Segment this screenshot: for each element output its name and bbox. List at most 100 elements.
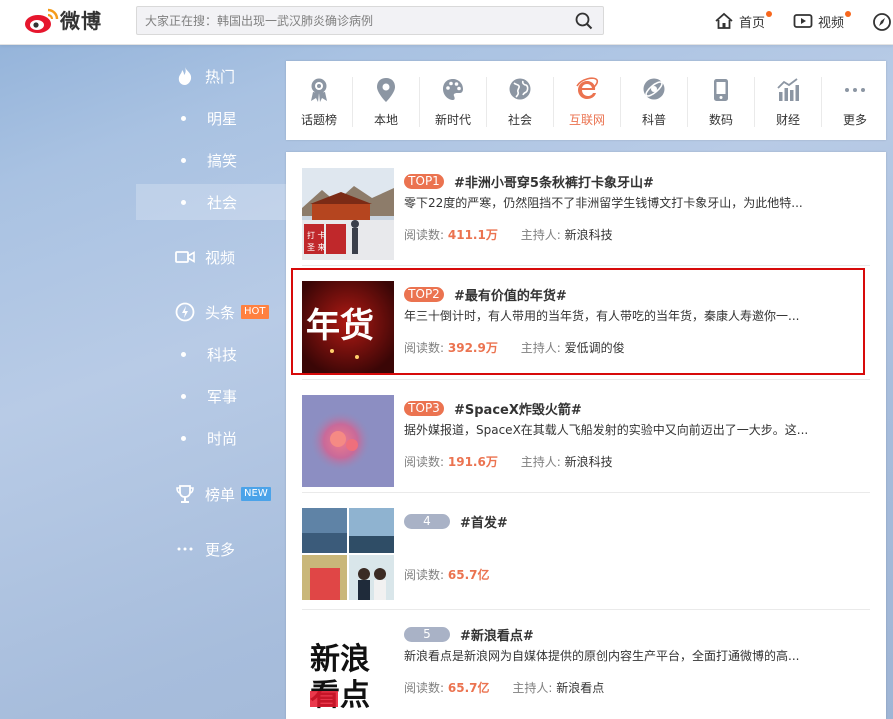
sidebar-item-label: 搞笑 bbox=[207, 151, 238, 170]
category-label: 新时代 bbox=[434, 113, 471, 127]
category-label: 本地 bbox=[373, 113, 398, 127]
rank-badge: TOP3 bbox=[404, 400, 444, 416]
bar-chart-icon bbox=[777, 78, 799, 101]
bullet-dot bbox=[181, 393, 186, 399]
trophy-icon bbox=[174, 483, 196, 505]
category-digital[interactable]: 数码 bbox=[688, 61, 754, 140]
sidebar-item-label: 头条 bbox=[205, 303, 236, 322]
topic-title[interactable]: #首发# bbox=[460, 512, 508, 531]
lightning-icon bbox=[174, 301, 196, 323]
weibo-eye-icon bbox=[25, 8, 59, 33]
nav-home-label: 首页 bbox=[739, 15, 766, 31]
topic-meta: 阅读数: 65.7亿 bbox=[404, 566, 489, 583]
category-society[interactable]: 社会 bbox=[487, 61, 553, 140]
bullet-dot bbox=[181, 157, 186, 163]
topic-title[interactable]: #SpaceX炸毁火箭# bbox=[454, 399, 582, 418]
search-icon[interactable] bbox=[575, 12, 593, 30]
sidebar-item-label: 科技 bbox=[207, 345, 238, 364]
topic-meta: 阅读数: 191.6万 主持人: 新浪科技 bbox=[404, 453, 613, 470]
topic-item[interactable]: TOP3 #SpaceX炸毁火箭# 据外媒报道，SpaceX在其载人飞船发射的实… bbox=[302, 379, 870, 487]
weibo-logo-text[interactable]: 微博 bbox=[60, 5, 102, 34]
rank-badge: 4 bbox=[404, 513, 450, 529]
read-count: 411.1万 bbox=[447, 228, 498, 242]
sidebar-item-label: 时尚 bbox=[207, 429, 238, 448]
hot-badge: HOT bbox=[241, 305, 269, 319]
topic-thumbnail[interactable] bbox=[302, 395, 394, 487]
category-local[interactable]: 本地 bbox=[353, 61, 419, 140]
top-bar: 微博 首页 视频 bbox=[0, 0, 893, 45]
rank-badge: TOP1 bbox=[404, 173, 444, 189]
topic-thumbnail[interactable]: 新浪 看点 bbox=[302, 621, 394, 713]
bullet-dot bbox=[181, 351, 186, 357]
topic-thumbnail[interactable] bbox=[302, 508, 394, 600]
compass-icon[interactable] bbox=[872, 12, 893, 32]
topic-description: 新浪看点是新浪网为自媒体提供的原创内容生产平台，全面打通微博的高... bbox=[404, 649, 800, 663]
category-new-era[interactable]: 新时代 bbox=[420, 61, 486, 140]
host-label: 主持人: bbox=[512, 681, 553, 695]
topic-meta: 阅读数: 411.1万 主持人: 新浪科技 bbox=[404, 226, 613, 243]
selection-highlight bbox=[291, 268, 865, 375]
read-count: 65.7亿 bbox=[447, 568, 490, 582]
category-more[interactable]: 更多 bbox=[822, 61, 888, 140]
read-count: 65.7亿 bbox=[447, 681, 490, 695]
sidebar-item-tech[interactable]: 科技 bbox=[136, 336, 286, 372]
category-label: 科普 bbox=[641, 113, 666, 127]
nav-home[interactable]: 首页 bbox=[714, 10, 765, 32]
category-finance[interactable]: 财经 bbox=[755, 61, 821, 140]
sidebar-item-hot[interactable]: 热门 bbox=[136, 58, 286, 94]
home-icon bbox=[715, 12, 733, 29]
sidebar-item-label: 更多 bbox=[205, 540, 236, 559]
topic-title-line: TOP1 #非洲小哥穿5条秋裤打卡象牙山# bbox=[404, 172, 654, 191]
bullet-dot bbox=[181, 199, 186, 205]
category-label: 财经 bbox=[775, 113, 800, 127]
host-name[interactable]: 新浪科技 bbox=[565, 228, 613, 242]
category-label: 互联网 bbox=[568, 113, 605, 127]
search-input[interactable] bbox=[145, 7, 565, 34]
topic-title-line: TOP3 #SpaceX炸毁火箭# bbox=[404, 399, 582, 418]
sidebar-item-stars[interactable]: 明星 bbox=[136, 100, 286, 136]
sidebar-item-more[interactable]: 更多 bbox=[136, 531, 286, 567]
host-name[interactable]: 新浪看点 bbox=[556, 681, 604, 695]
read-count-label: 阅读数: bbox=[404, 228, 445, 242]
category-science[interactable]: 科普 bbox=[621, 61, 687, 140]
sidebar-item-video[interactable]: 视频 bbox=[136, 239, 286, 275]
topic-thumbnail[interactable]: 打 卡 圣 来 bbox=[302, 168, 394, 260]
topic-item[interactable]: 打 卡 圣 来 TOP1 #非洲小哥穿5条秋裤打卡象牙山# 零下22度的严寒，仍… bbox=[302, 152, 870, 260]
sidebar-item-society[interactable]: 社会 bbox=[136, 184, 286, 220]
ribbon-badge-icon bbox=[311, 78, 327, 102]
category-topics[interactable]: 话题榜 bbox=[286, 61, 352, 140]
globe-icon bbox=[509, 78, 531, 100]
topic-description: 据外媒报道，SpaceX在其载人飞船发射的实验中又向前迈出了一大步。这... bbox=[404, 423, 809, 437]
sidebar-item-fashion[interactable]: 时尚 bbox=[136, 420, 286, 456]
search-box[interactable] bbox=[136, 6, 604, 35]
bullet-dot bbox=[181, 115, 186, 121]
topic-description: 零下22度的严寒，仍然阻挡不了非洲留学生钱博文打卡象牙山，为此他特... bbox=[404, 196, 803, 210]
sidebar-item-label: 视频 bbox=[205, 248, 236, 267]
fence-sign-text: 圣 来 bbox=[307, 243, 326, 252]
kandian-text: 新浪 bbox=[310, 642, 370, 677]
phone-icon bbox=[714, 79, 728, 101]
topic-item[interactable]: 新浪 看点 5 #新浪看点# 新浪看点是新浪网为自媒体提供的原创内容生产平台，全… bbox=[302, 605, 870, 713]
topic-title[interactable]: #非洲小哥穿5条秋裤打卡象牙山# bbox=[454, 172, 654, 191]
more-dots-icon bbox=[174, 538, 196, 560]
topic-item[interactable]: 4 #首发# 阅读数: 65.7亿 bbox=[302, 492, 870, 600]
topic-title-line: 4 #首发# bbox=[404, 512, 508, 531]
category-label: 话题榜 bbox=[300, 113, 337, 127]
category-label: 社会 bbox=[507, 113, 532, 127]
topic-title[interactable]: #新浪看点# bbox=[460, 625, 534, 644]
sidebar-item-rankings[interactable]: 榜单 NEW bbox=[136, 476, 286, 512]
host-name[interactable]: 新浪科技 bbox=[565, 455, 613, 469]
home-notify-dot bbox=[766, 11, 772, 17]
sidebar-item-label: 榜单 bbox=[205, 485, 236, 504]
sidebar-item-funny[interactable]: 搞笑 bbox=[136, 142, 286, 178]
fence-sign-text: 打 卡 bbox=[307, 230, 326, 240]
nav-video[interactable]: 视频 bbox=[793, 10, 844, 32]
sidebar-item-label: 社会 bbox=[207, 193, 238, 212]
sidebar-item-military[interactable]: 军事 bbox=[136, 378, 286, 414]
video-notify-dot bbox=[845, 11, 851, 17]
sidebar-item-headlines[interactable]: 头条 HOT bbox=[136, 294, 286, 330]
category-internet[interactable]: 互联网 bbox=[554, 61, 620, 140]
host-label: 主持人: bbox=[520, 228, 561, 242]
category-bar: 话题榜 本地 新时代 社会 互联网 科普 数码 财经 更多 bbox=[286, 61, 886, 140]
ie-browser-icon bbox=[576, 77, 599, 99]
